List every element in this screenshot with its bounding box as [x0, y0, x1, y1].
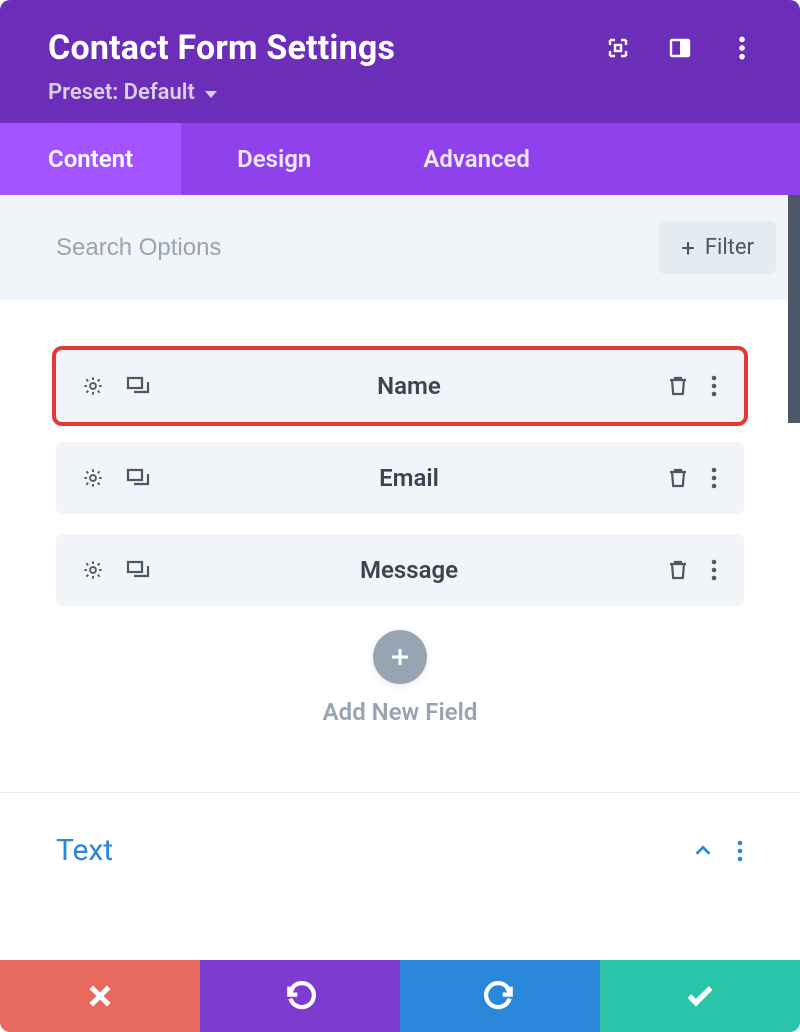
field-item[interactable]: Email: [56, 442, 744, 514]
modal-title: Contact Form Settings: [48, 28, 395, 68]
confirm-button[interactable]: [600, 960, 800, 1032]
more-vert-icon[interactable]: [710, 467, 718, 489]
chevron-down-icon: [205, 91, 217, 98]
field-item-label: Message: [150, 556, 668, 584]
plus-icon: +: [681, 236, 695, 260]
preset-label: Preset: Default: [48, 80, 195, 105]
columns-icon[interactable]: [668, 36, 692, 60]
tabs: Content Design Advanced: [0, 123, 800, 195]
search-input[interactable]: [56, 234, 659, 262]
cancel-button[interactable]: [0, 960, 200, 1032]
expand-icon[interactable]: [606, 36, 630, 60]
redo-button[interactable]: [400, 960, 600, 1032]
add-field-button[interactable]: [373, 630, 427, 684]
add-field-label: Add New Field: [56, 698, 744, 726]
more-vert-icon[interactable]: [736, 840, 744, 862]
more-vert-icon[interactable]: [710, 375, 718, 397]
filter-button[interactable]: + Filter: [659, 221, 776, 274]
gear-icon[interactable]: [82, 467, 104, 489]
tab-content[interactable]: Content: [0, 123, 181, 195]
filter-button-label: Filter: [705, 235, 754, 260]
field-item-label: Email: [150, 464, 668, 492]
duplicate-icon[interactable]: [126, 375, 150, 397]
trash-icon[interactable]: [668, 559, 688, 581]
trash-icon[interactable]: [668, 375, 688, 397]
duplicate-icon[interactable]: [126, 467, 150, 489]
gear-icon[interactable]: [82, 559, 104, 581]
undo-button[interactable]: [200, 960, 400, 1032]
tab-design[interactable]: Design: [181, 123, 367, 195]
more-vert-icon[interactable]: [730, 36, 754, 60]
more-vert-icon[interactable]: [710, 559, 718, 581]
tab-advanced[interactable]: Advanced: [367, 123, 578, 195]
scrollbar-thumb[interactable]: [788, 195, 800, 423]
gear-icon[interactable]: [82, 375, 104, 397]
chevron-up-icon[interactable]: [692, 840, 714, 862]
field-item[interactable]: Message: [56, 534, 744, 606]
section-text-title[interactable]: Text: [56, 833, 113, 868]
field-item[interactable]: Name: [56, 350, 744, 422]
field-item-label: Name: [150, 372, 668, 400]
trash-icon[interactable]: [668, 467, 688, 489]
duplicate-icon[interactable]: [126, 559, 150, 581]
preset-selector[interactable]: Preset: Default: [48, 80, 217, 105]
